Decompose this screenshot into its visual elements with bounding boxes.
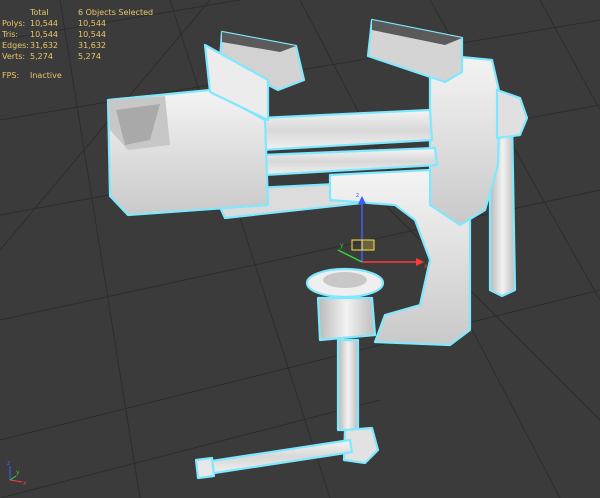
stats-label: Edges: — [2, 41, 29, 50]
stats-selected-value: 5,274 — [78, 52, 101, 61]
stats-label: Verts: — [2, 52, 26, 61]
stats-selected-value: 10,544 — [78, 19, 106, 28]
world-z-label: z — [7, 460, 10, 467]
stats-total-value: 10,544 — [30, 19, 58, 28]
world-y-label: y — [16, 469, 20, 476]
stats-selected-value: 10,544 — [78, 30, 106, 39]
rear-jaw-knob — [495, 88, 529, 140]
perspective-viewport[interactable]: z x y z x y Total 6 Objects Selected Pol… — [0, 0, 600, 498]
gizmo-y-label: y — [340, 242, 344, 249]
stats-total-value: 5,274 — [30, 52, 53, 61]
fps-label: FPS: — [2, 71, 20, 80]
world-x-label: x — [23, 480, 27, 487]
swivel-collar — [316, 296, 377, 342]
gizmo-x-label: x — [424, 263, 428, 270]
fps-value: Inactive — [30, 71, 62, 80]
stats-total-header: Total — [30, 8, 49, 17]
t-handle-bar — [203, 438, 354, 476]
stats-selected-value: 31,632 — [78, 41, 106, 50]
vise-model[interactable]: z x y z x y — [0, 0, 600, 498]
world-axis-tripod: z x y — [7, 460, 27, 487]
spindle — [336, 338, 360, 432]
stats-label: Tris: — [2, 30, 19, 39]
stats-total-value: 10,544 — [30, 30, 58, 39]
upper-guide-rod — [258, 108, 434, 152]
stats-total-value: 31,632 — [30, 41, 58, 50]
t-handle-end-cap — [194, 456, 216, 480]
stats-selected-header: 6 Objects Selected — [78, 8, 154, 17]
gizmo-z-label: z — [356, 192, 359, 199]
stats-label: Polys: — [2, 19, 26, 28]
